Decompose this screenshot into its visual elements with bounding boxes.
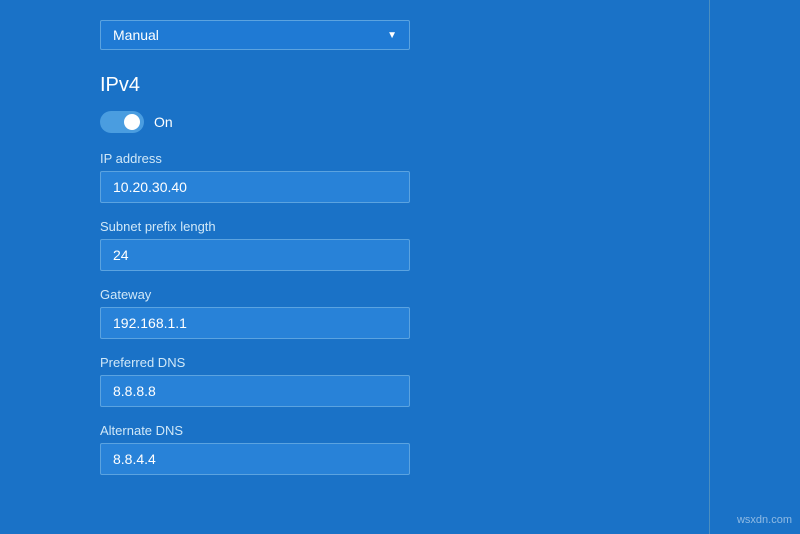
alternate-dns-group: Alternate DNS [100, 423, 700, 475]
watermark: wsxdn.com [737, 514, 792, 526]
ipv4-toggle[interactable] [100, 111, 144, 133]
section-title: IPv4 [100, 74, 700, 97]
main-container: Manual ▼ IPv4 On IP address Subnet prefi… [0, 0, 800, 534]
alternate-dns-input[interactable] [100, 443, 410, 475]
dropdown-label: Manual [113, 27, 159, 43]
subnet-prefix-group: Subnet prefix length [100, 219, 700, 271]
gateway-label: Gateway [100, 287, 700, 302]
preferred-dns-input[interactable] [100, 375, 410, 407]
preferred-dns-label: Preferred DNS [100, 355, 700, 370]
ip-address-label: IP address [100, 151, 700, 166]
chevron-down-icon: ▼ [387, 30, 397, 41]
toggle-knob [124, 114, 140, 130]
gateway-group: Gateway [100, 287, 700, 339]
preferred-dns-group: Preferred DNS [100, 355, 700, 407]
manual-dropdown[interactable]: Manual ▼ [100, 20, 410, 50]
alternate-dns-label: Alternate DNS [100, 423, 700, 438]
ipv4-section: IPv4 On IP address Subnet prefix length … [100, 74, 700, 475]
ip-address-input[interactable] [100, 171, 410, 203]
gateway-input[interactable] [100, 307, 410, 339]
subnet-prefix-input[interactable] [100, 239, 410, 271]
subnet-prefix-label: Subnet prefix length [100, 219, 700, 234]
dropdown-container: Manual ▼ [100, 20, 700, 50]
ip-address-group: IP address [100, 151, 700, 203]
toggle-row: On [100, 111, 700, 133]
vertical-divider [709, 0, 710, 534]
toggle-label: On [154, 114, 173, 130]
